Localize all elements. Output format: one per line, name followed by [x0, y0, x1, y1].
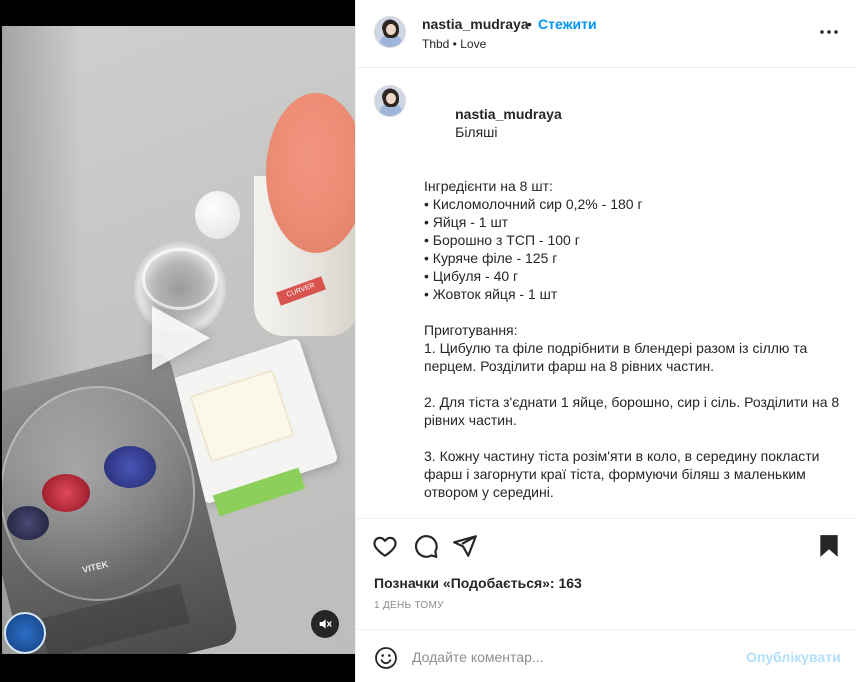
likes-count[interactable]: Позначки «Подобається»: 163: [374, 575, 582, 591]
caption-line: [424, 303, 844, 321]
comment-bar: Опублікувати: [356, 629, 856, 682]
scale-badge: [4, 612, 46, 654]
publish-button[interactable]: Опублікувати: [746, 649, 841, 665]
caption-line: [424, 159, 844, 177]
caption-line: Інгредієнти на 8 шт:: [424, 178, 553, 194]
container-lid: [266, 93, 355, 253]
username-link[interactable]: nastia_mudraya: [422, 16, 529, 32]
bookmark-icon[interactable]: [816, 533, 842, 559]
salt-jar-rim: [142, 248, 218, 310]
caption-text: nastia_mudraya Біляші Інгредієнти на 8 ш…: [424, 87, 844, 517]
blueberries: [104, 446, 156, 488]
caption-line: • Куряче філе - 125 г: [424, 250, 558, 266]
speaker-muted-glyph: [319, 619, 332, 629]
play-icon[interactable]: [152, 306, 210, 370]
raspberries: [42, 474, 90, 512]
post-media[interactable]: CURVER VITEK: [0, 0, 355, 682]
caption-line: • Кисломолочний сир 0,2% - 180 г: [424, 196, 643, 212]
speaker-muted-icon[interactable]: [311, 610, 339, 638]
caption-line: [424, 375, 844, 393]
comment-icon[interactable]: [413, 533, 439, 559]
post-side-panel: nastia_mudraya • Стежити Thbd • Love nas…: [355, 0, 856, 682]
caption-line: 3. Кожну частину тіста розім'яти в коло,…: [424, 448, 824, 500]
send-icon[interactable]: [452, 533, 478, 559]
post-header: nastia_mudraya • Стежити Thbd • Love: [356, 0, 856, 68]
caption-line: • Борошно з ТСП - 100 г: [424, 232, 580, 248]
caption-line: [424, 429, 844, 447]
follow-button[interactable]: Стежити: [538, 16, 597, 32]
caption-line: [424, 501, 844, 517]
caption-line: 2. Для тіста з'єднати 1 яйце, борошно, с…: [424, 394, 844, 428]
caption-line: • Жовток яйця - 1 шт: [424, 286, 558, 302]
avatar[interactable]: [374, 16, 406, 48]
comment-input[interactable]: [412, 644, 732, 670]
blackberries: [7, 506, 49, 540]
caption-line: 1. Цибулю та філе подрібнити в блендері …: [424, 340, 812, 374]
post-timestamp[interactable]: 1 ДЕНЬ ТОМУ: [374, 600, 444, 611]
emoji-icon[interactable]: [374, 646, 398, 670]
caption-line: • Цибуля - 40 г: [424, 268, 519, 284]
caption-title: Біляші: [455, 124, 498, 140]
separator-dot: •: [527, 16, 532, 32]
caption-line: • Яйця - 1 шт: [424, 214, 509, 230]
more-horizontal-icon[interactable]: [818, 20, 840, 44]
egg: [195, 191, 240, 239]
avatar[interactable]: [374, 85, 406, 117]
post-actions: Позначки «Подобається»: 163 1 ДЕНЬ ТОМУ: [356, 518, 856, 628]
caption-username[interactable]: nastia_mudraya: [455, 106, 562, 122]
caption-line: Приготування:: [424, 322, 518, 338]
caption-area[interactable]: nastia_mudraya Біляші Інгредієнти на 8 ш…: [356, 69, 856, 517]
heart-icon[interactable]: [372, 533, 398, 559]
audio-subtitle[interactable]: Thbd • Love: [422, 37, 486, 51]
caption-lines: Інгредієнти на 8 шт: • Кисломолочний сир …: [424, 159, 844, 517]
